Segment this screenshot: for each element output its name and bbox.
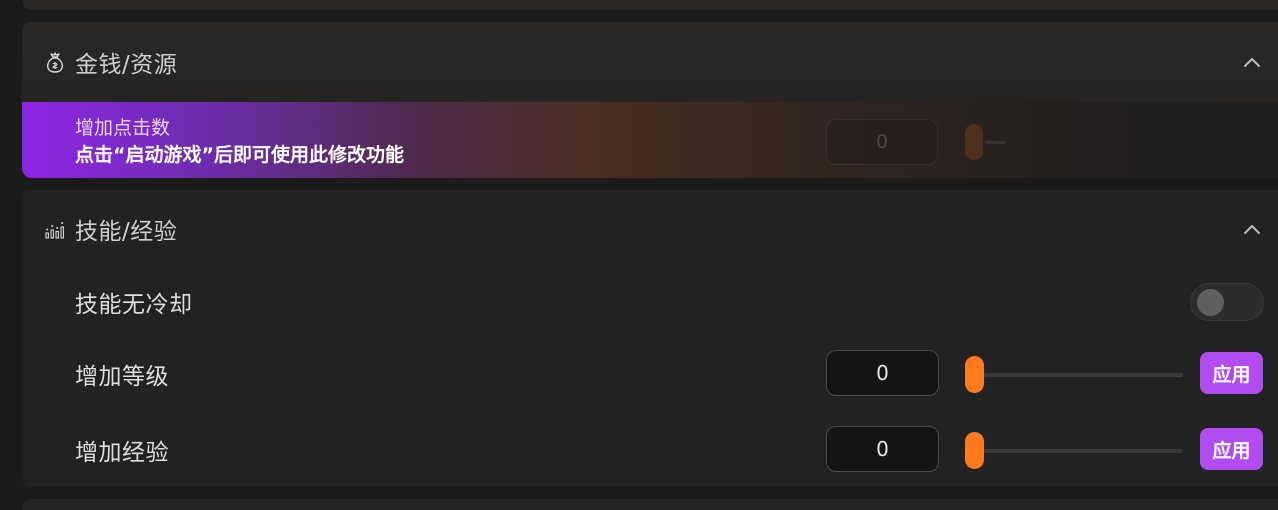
toggle-knob: [1197, 289, 1224, 316]
apply-level-button[interactable]: 应用: [1200, 352, 1263, 394]
slider-track: [965, 449, 1183, 453]
add-clicks-slider-thumb-disabled: [965, 124, 983, 160]
add-clicks-slider-track-disabled: [985, 141, 1005, 144]
chevron-up-icon[interactable]: [1240, 50, 1264, 74]
add-clicks-input-disabled: 0: [826, 119, 938, 165]
slider-track: [965, 373, 1183, 377]
chevron-up-icon[interactable]: [1240, 217, 1264, 241]
money-section-title: 金钱/资源: [75, 52, 178, 78]
next-section-card: [22, 499, 1278, 510]
add-exp-slider[interactable]: [965, 431, 1183, 469]
add-level-slider[interactable]: [965, 355, 1183, 393]
bar-chart-icon: [44, 218, 66, 240]
slider-thumb[interactable]: [965, 432, 984, 469]
add-exp-input[interactable]: [826, 426, 939, 472]
add-exp-row: 增加经验 应用: [22, 425, 1278, 485]
money-bag-icon: [44, 51, 66, 73]
add-level-label: 增加等级: [75, 364, 169, 390]
add-exp-label: 增加经验: [75, 440, 169, 466]
money-section-header[interactable]: 金钱/资源: [22, 22, 1278, 102]
apply-exp-button[interactable]: 应用: [1200, 428, 1263, 470]
add-clicks-label: 增加点击数: [75, 117, 171, 139]
previous-section-card: [22, 0, 1278, 10]
skill-section-title: 技能/经验: [75, 219, 178, 245]
no-cooldown-toggle[interactable]: [1190, 283, 1264, 321]
launch-game-notice: 点击“启动游戏”后即可使用此修改功能: [75, 144, 404, 166]
add-level-input[interactable]: [826, 350, 939, 396]
no-cooldown-label: 技能无冷却: [75, 292, 193, 318]
add-clicks-disabled-banner: 增加点击数 点击“启动游戏”后即可使用此修改功能 0: [22, 102, 1278, 178]
trainer-panel: 金钱/资源 增加点击数 点击“启动游戏”后即可使用此修改功能 0 技能/经验 技…: [0, 0, 1278, 510]
add-level-row: 增加等级 应用: [22, 349, 1278, 409]
money-resources-section: 金钱/资源 增加点击数 点击“启动游戏”后即可使用此修改功能 0: [22, 22, 1278, 178]
skill-section-header[interactable]: 技能/经验: [22, 190, 1278, 268]
no-cooldown-row: 技能无冷却: [22, 270, 1278, 330]
slider-thumb[interactable]: [965, 356, 984, 393]
skill-experience-section: 技能/经验 技能无冷却 增加等级 应用: [22, 190, 1278, 487]
